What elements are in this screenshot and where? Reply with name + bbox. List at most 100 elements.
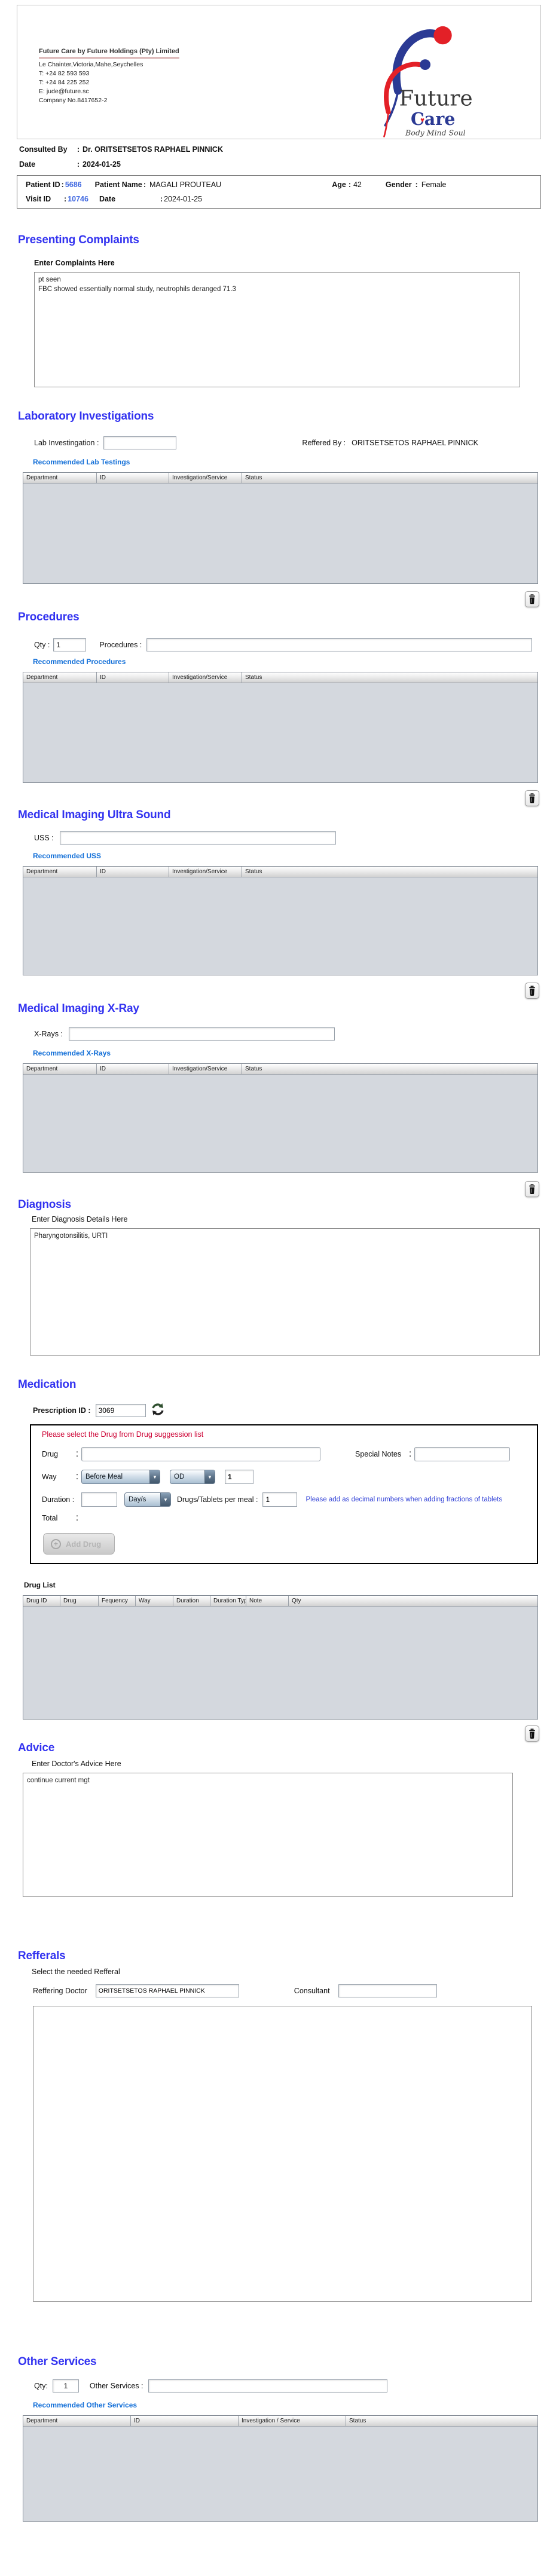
duration-unit-select[interactable]: Day/s ▼: [124, 1492, 171, 1507]
column-header-investigation: Investigation/Service: [169, 473, 242, 484]
uss-input[interactable]: [59, 831, 336, 845]
delete-uss-row-button[interactable]: [525, 983, 539, 999]
xray-table-body[interactable]: [23, 1075, 537, 1172]
visit-date-value: 2024-01-25: [164, 195, 203, 203]
diagnosis-textarea[interactable]: Pharyngotonsilitis, URTI: [30, 1228, 540, 1356]
trash-icon: [529, 985, 535, 996]
age-value: 42: [353, 180, 362, 189]
column-header-note: Note: [246, 1596, 289, 1607]
drug-list-table-body[interactable]: [23, 1607, 537, 1719]
advice-label: Enter Doctor's Advice Here: [32, 1760, 121, 1768]
logo-word-care: Care: [411, 109, 455, 129]
other-services-qty-input[interactable]: [52, 2379, 79, 2393]
procedures-delete-row: [0, 790, 556, 806]
prescription-id-input[interactable]: [95, 1403, 146, 1417]
column-header-duration: Duration: [173, 1596, 210, 1607]
per-meal-input[interactable]: [262, 1492, 298, 1507]
consult-date-row: Date : 2024-01-25: [19, 160, 121, 169]
section-title-medication: Medication: [18, 1378, 77, 1391]
other-services-table-body[interactable]: [23, 2427, 537, 2521]
patient-id-label: Patient ID: [26, 180, 60, 189]
advice-textarea[interactable]: continue current mgt: [23, 1773, 513, 1897]
drug-label: Drug: [42, 1450, 59, 1458]
lab-investigation-input[interactable]: [103, 436, 177, 449]
add-drug-button[interactable]: + Add Drug: [43, 1533, 115, 1555]
patient-row-1: Patient ID : 5686 Patient Name : MAGALI …: [26, 180, 447, 189]
logo-tagline: Body Mind Soul: [405, 129, 465, 137]
delete-drug-row-button[interactable]: [525, 1726, 539, 1742]
column-header-department: Department: [23, 1064, 97, 1075]
delete-xray-row-button[interactable]: [525, 1181, 539, 1197]
uss-table: Department ID Investigation/Service Stat…: [23, 866, 538, 975]
plus-icon: +: [51, 1538, 61, 1549]
recommended-other-services-label: Recommended Other Services: [33, 2401, 138, 2409]
drug-suggestion-warning: Please select the Drug from Drug suggess…: [42, 1430, 204, 1439]
procedures-qty-input[interactable]: [53, 638, 87, 651]
delete-lab-row-button[interactable]: [525, 591, 539, 607]
refresh-prescription-button[interactable]: [151, 1402, 165, 1418]
lab-table: Department ID Investigation/Service Stat…: [23, 472, 538, 584]
duration-input[interactable]: [81, 1492, 117, 1507]
drug-input[interactable]: [81, 1447, 320, 1461]
chevron-down-icon: ▼: [160, 1493, 170, 1506]
procedures-input-row: Qty : Procedures :: [34, 638, 556, 651]
prescription-id-label: Prescription ID :: [33, 1406, 91, 1415]
lab-input-row: Lab Investingation : Reffered By : ORITS…: [34, 436, 556, 449]
drug-list-table-header: Drug ID Drug Fequency Way Duration Durat…: [23, 1596, 537, 1607]
consultant-input[interactable]: [338, 1984, 437, 1997]
special-notes-input[interactable]: [414, 1447, 511, 1461]
column-header-id: ID: [131, 2416, 239, 2427]
reffering-doctor-input[interactable]: [95, 1984, 239, 1997]
lab-input-label: Lab Investingation :: [34, 439, 99, 447]
recommended-xray-label: Recommended X-Rays: [33, 1049, 111, 1057]
reffering-doctor-label: Reffering Doctor: [33, 1987, 87, 1995]
procedures-table-header: Department ID Investigation/Service Stat…: [23, 672, 537, 683]
patient-name-label: Patient Name: [94, 180, 142, 189]
other-services-qty-label: Qty:: [34, 2382, 48, 2390]
section-title-diagnosis: Diagnosis: [18, 1198, 71, 1211]
company-number: Company No.8417652-2: [39, 97, 108, 104]
refresh-icon: [151, 1403, 164, 1415]
xray-input-row: X-Rays :: [34, 1027, 556, 1041]
column-header-department: Department: [23, 2416, 131, 2427]
company-info: Future Care by Future Holdings (Pty) Lim…: [39, 47, 179, 105]
other-services-input-row: Qty: Other Services :: [34, 2379, 556, 2393]
column-header-id: ID: [97, 473, 169, 484]
patient-info-box: Patient ID : 5686 Patient Name : MAGALI …: [17, 175, 541, 209]
prescription-row: Prescription ID :: [33, 1402, 556, 1418]
referral-listbox[interactable]: [33, 2006, 532, 2302]
delete-procedure-row-button[interactable]: [525, 790, 539, 806]
referral-inputs-row: Reffering Doctor Consultant: [33, 1984, 556, 1997]
uss-table-body[interactable]: [23, 877, 537, 975]
section-title-other-services: Other Services: [18, 2355, 97, 2368]
column-header-status: Status: [242, 473, 537, 484]
drug-list-label: Drug List: [24, 1581, 56, 1589]
column-header-way: Way: [136, 1596, 173, 1607]
visit-id-label: Visit ID: [26, 195, 51, 203]
frequency-qty-input[interactable]: [225, 1470, 253, 1484]
xray-input[interactable]: [68, 1027, 335, 1041]
frequency-select[interactable]: OD ▼: [170, 1470, 215, 1484]
procedures-input-label: Procedures :: [99, 641, 142, 649]
xray-delete-row: [0, 1181, 556, 1197]
lab-reffered-by-label: Reffered By :: [302, 439, 346, 447]
procedures-input[interactable]: [146, 638, 533, 651]
procedures-table: Department ID Investigation/Service Stat…: [23, 672, 538, 783]
recommended-lab-testings-label: Recommended Lab Testings: [33, 458, 130, 466]
date-label: Date: [19, 160, 36, 169]
logo-word-future: Future: [399, 87, 472, 111]
complaints-label: Enter Complaints Here: [34, 259, 115, 267]
procedures-table-body[interactable]: [23, 683, 537, 782]
trash-icon: [529, 593, 535, 604]
column-header-id: ID: [97, 672, 169, 683]
lab-table-body[interactable]: [23, 484, 537, 583]
section-title-referrals: Refferals: [18, 1950, 66, 1962]
company-name: Future Care by Future Holdings (Pty) Lim…: [39, 47, 179, 59]
fraction-note: Please add as decimal numbers when addin…: [306, 1496, 503, 1503]
visit-id-value: 10746: [68, 195, 88, 203]
complaints-textarea[interactable]: pt seen FBC showed essentially normal st…: [34, 272, 520, 387]
way-select[interactable]: Before Meal ▼: [81, 1470, 160, 1484]
column-header-qty: Qty: [289, 1596, 537, 1607]
other-services-table-header: Department ID Investigation / Service St…: [23, 2416, 537, 2427]
other-services-input[interactable]: [148, 2379, 387, 2393]
